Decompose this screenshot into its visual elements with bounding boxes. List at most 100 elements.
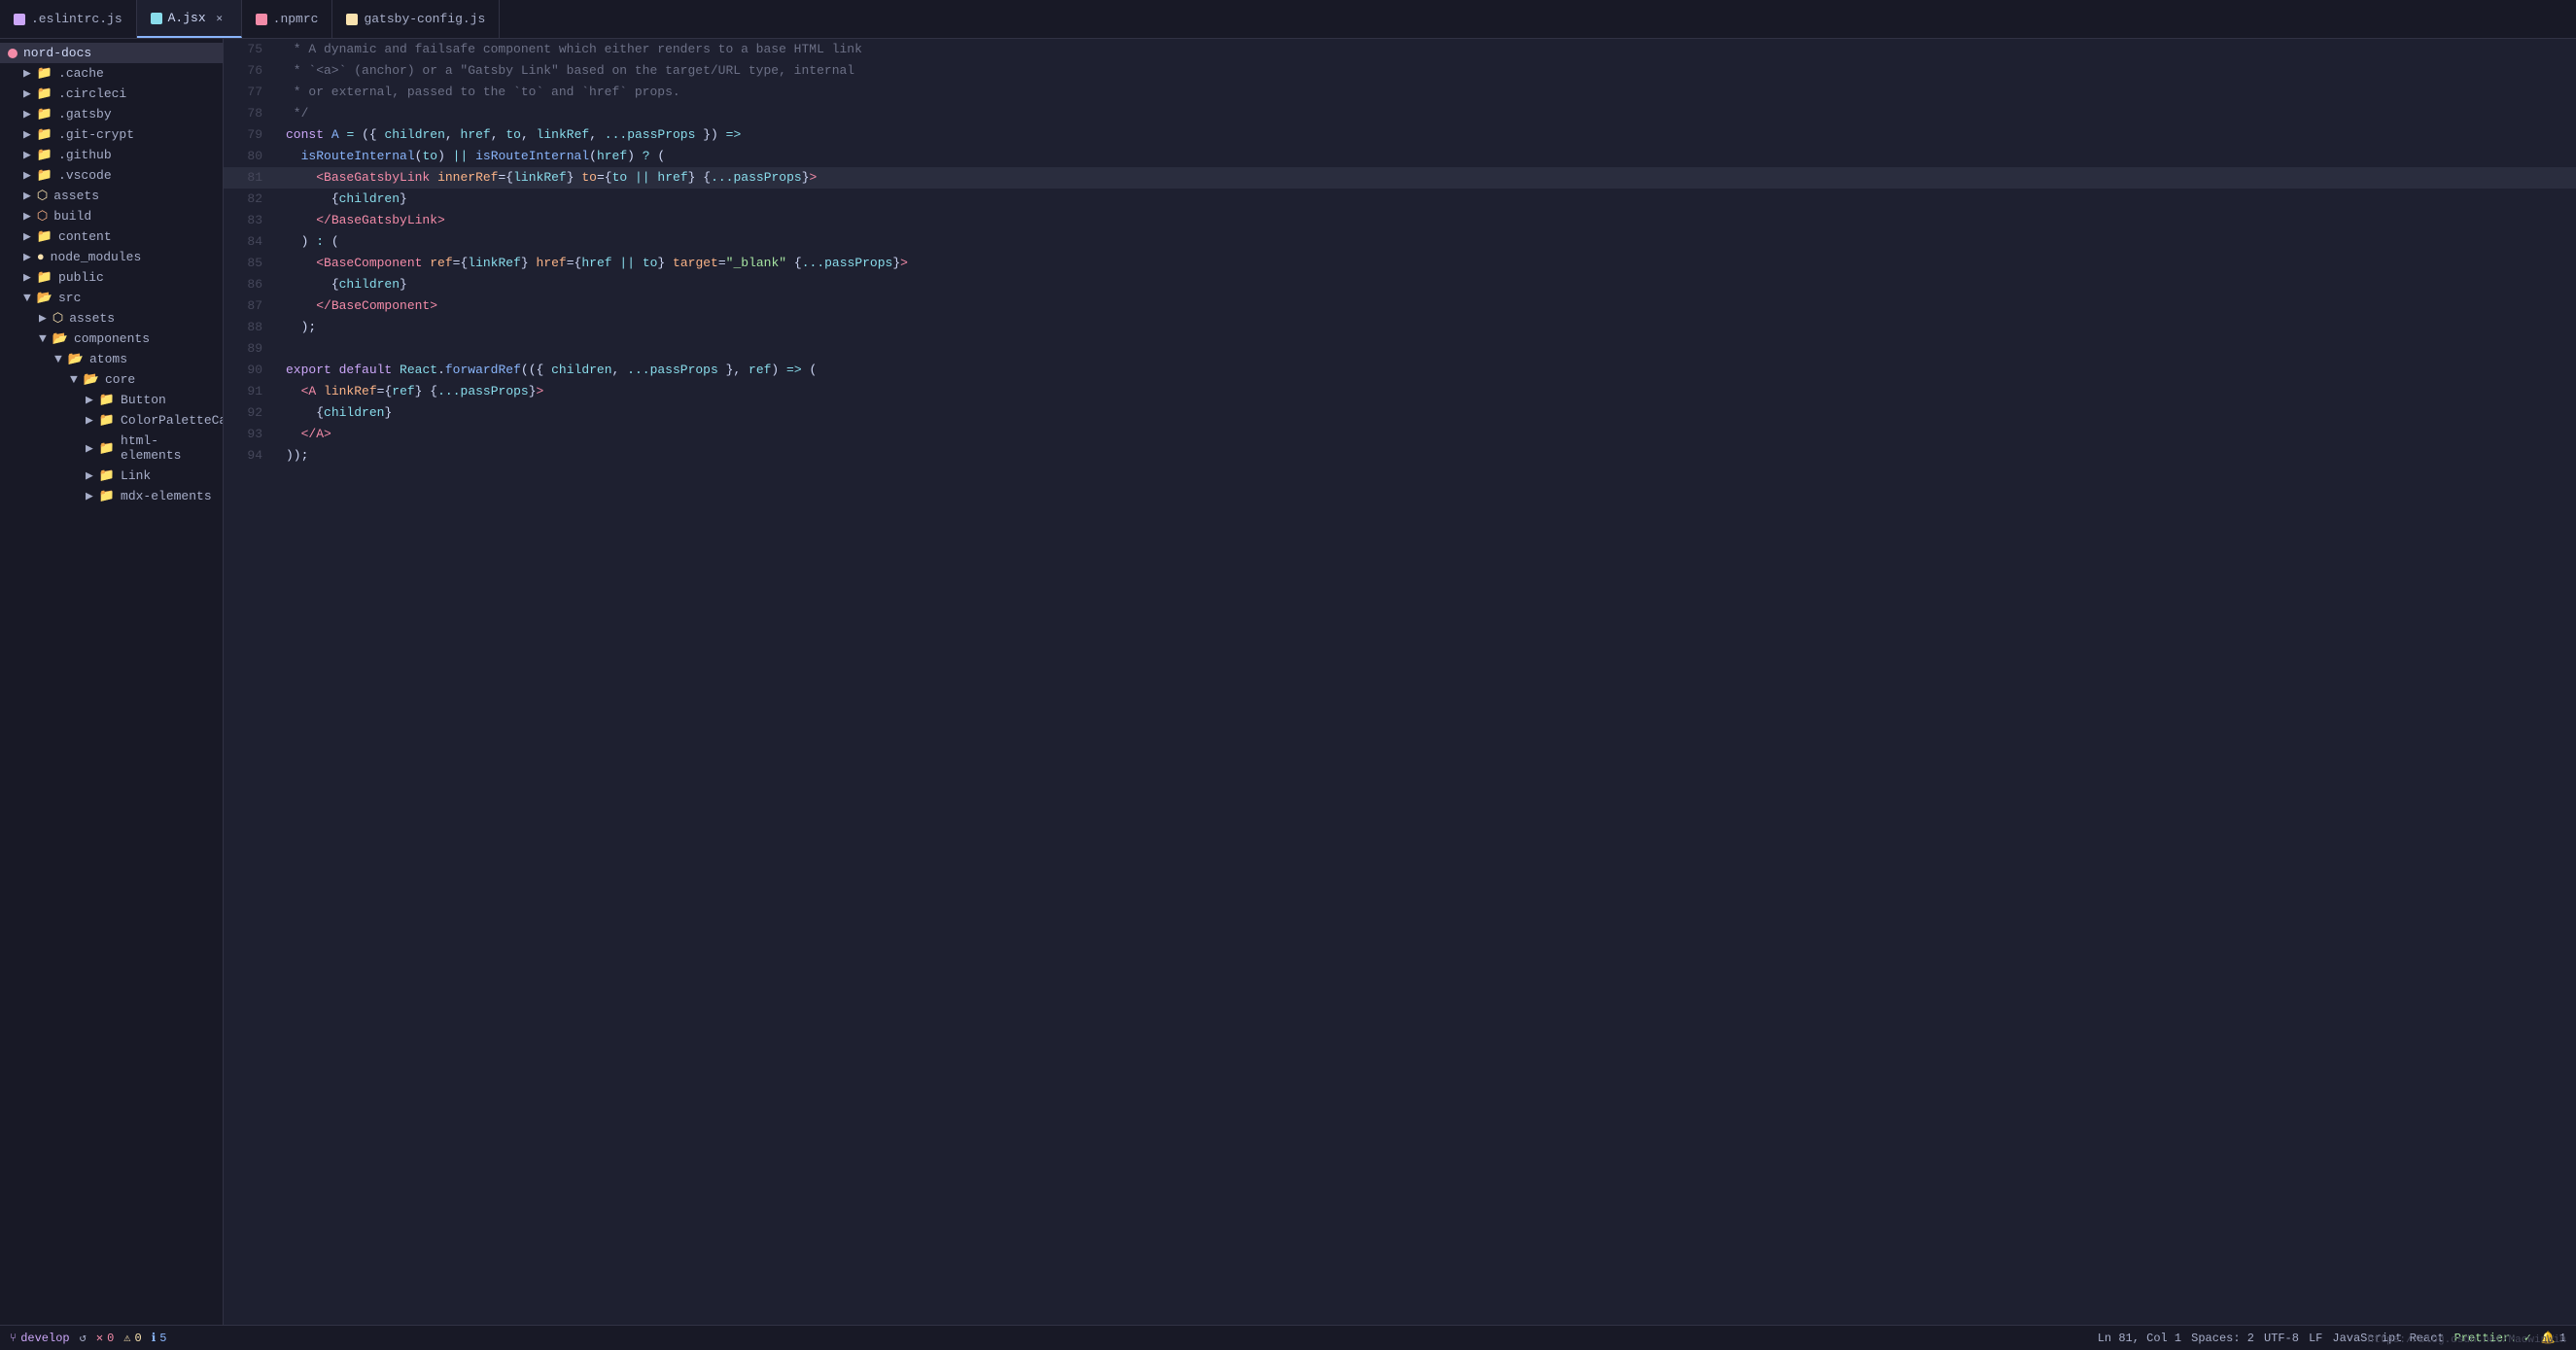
- sidebar-item-git-crypt[interactable]: ▶ 📁 .git-crypt: [0, 124, 223, 145]
- tab-jsx[interactable]: A.jsx ✕: [137, 0, 242, 38]
- code-line-85: 85 <BaseComponent ref={linkRef} href={hr…: [224, 253, 2576, 274]
- sidebar-item-build[interactable]: ▶ ⬡ build: [0, 206, 223, 226]
- error-count: 0: [107, 1332, 114, 1345]
- line-num-88: 88: [224, 317, 278, 338]
- folder-icon-git-crypt: ▶: [23, 127, 31, 142]
- sidebar-item-components[interactable]: ▼ 📂 components: [0, 329, 223, 349]
- code-editor[interactable]: 75 * A dynamic and failsafe component wh…: [224, 39, 2576, 1325]
- code-line-78: 78 */: [224, 103, 2576, 124]
- line-num-93: 93: [224, 424, 278, 445]
- line-content-76: * `<a>` (anchor) or a "Gatsby Link" base…: [278, 60, 2576, 82]
- folder-glyph-components: 📂: [52, 331, 68, 346]
- sidebar-item-colorpalette[interactable]: ▶ 📁 ColorPaletteCard: [0, 410, 223, 431]
- folder-glyph-vscode: 📁: [37, 168, 52, 183]
- folder-icon-content: ▶: [23, 229, 31, 244]
- code-line-86: 86 {children}: [224, 274, 2576, 295]
- npmrc-icon: [256, 14, 267, 25]
- status-position[interactable]: Ln 81, Col 1: [2098, 1332, 2181, 1345]
- line-num-86: 86: [224, 274, 278, 295]
- line-num-84: 84: [224, 231, 278, 253]
- status-spaces[interactable]: Spaces: 2: [2191, 1332, 2254, 1345]
- status-sync[interactable]: ↺: [80, 1331, 87, 1345]
- line-num-79: 79: [224, 124, 278, 146]
- code-line-81: 81 <BaseGatsbyLink innerRef={linkRef} to…: [224, 167, 2576, 189]
- sidebar-label-gatsby: .gatsby: [58, 107, 112, 121]
- code-line-83: 83 </BaseGatsbyLink>: [224, 210, 2576, 231]
- sidebar-item-atoms[interactable]: ▼ 📂 atoms: [0, 349, 223, 369]
- line-num-89: 89: [224, 338, 278, 360]
- folder-icon-gatsby: ▶: [23, 107, 31, 121]
- sidebar-item-content[interactable]: ▶ 📁 content: [0, 226, 223, 247]
- line-num-90: 90: [224, 360, 278, 381]
- tab-eslintrc[interactable]: .eslintrc.js: [0, 0, 137, 38]
- sidebar-label-public: public: [58, 270, 104, 285]
- folder-glyph-src: 📂: [37, 291, 52, 305]
- sidebar-item-circleci[interactable]: ▶ 📁 .circleci: [0, 84, 223, 104]
- sidebar-item-node-modules[interactable]: ▶ ● node_modules: [0, 247, 223, 267]
- branch-name: develop: [20, 1332, 69, 1345]
- folder-icon-colorpalette: ▶: [86, 413, 93, 428]
- sidebar-item-github[interactable]: ▶ 📁 .github: [0, 145, 223, 165]
- warning-count: 0: [135, 1332, 142, 1345]
- folder-icon-assets-top: ▶: [23, 189, 31, 203]
- sidebar-item-assets-top[interactable]: ▶ ⬡ assets: [0, 186, 223, 206]
- info-icon: ℹ: [152, 1331, 157, 1345]
- folder-icon-mdx-elements: ▶: [86, 489, 93, 503]
- line-num-77: 77: [224, 82, 278, 103]
- encoding-text: UTF-8: [2264, 1332, 2299, 1345]
- sidebar-item-html-elements[interactable]: ▶ 📁 html-elements: [0, 431, 223, 466]
- status-line-ending[interactable]: LF: [2309, 1332, 2322, 1345]
- tab-gatsby[interactable]: gatsby-config.js: [332, 0, 500, 38]
- sidebar-item-link[interactable]: ▶ 📁 Link: [0, 466, 223, 486]
- info-count: 5: [159, 1332, 166, 1345]
- sidebar-item-vscode[interactable]: ▶ 📁 .vscode: [0, 165, 223, 186]
- sidebar-item-src-assets[interactable]: ▶ ⬡ assets: [0, 308, 223, 329]
- status-notifications[interactable]: 🔔 1: [2541, 1331, 2566, 1345]
- folder-icon-build: ▶: [23, 209, 31, 224]
- sidebar-item-mdx-elements[interactable]: ▶ 📁 mdx-elements: [0, 486, 223, 506]
- sidebar-item-gatsby-folder[interactable]: ▶ 📁 .gatsby: [0, 104, 223, 124]
- folder-icon-github: ▶: [23, 148, 31, 162]
- line-num-92: 92: [224, 402, 278, 424]
- sidebar-item-public[interactable]: ▶ 📁 public: [0, 267, 223, 288]
- line-num-75: 75: [224, 39, 278, 60]
- folder-glyph-colorpalette: 📁: [99, 413, 115, 428]
- code-line-87: 87 </BaseComponent>: [224, 295, 2576, 317]
- folder-glyph-cache: 📁: [37, 66, 52, 81]
- line-content-85: <BaseComponent ref={linkRef} href={href …: [278, 253, 2576, 274]
- folder-icon-vscode: ▶: [23, 168, 31, 183]
- sidebar-root[interactable]: nord-docs: [0, 43, 223, 63]
- line-num-81: 81: [224, 167, 278, 189]
- bell-icon: 🔔: [2541, 1331, 2556, 1345]
- status-errors[interactable]: ✕ 0: [96, 1331, 114, 1345]
- sidebar-item-button[interactable]: ▶ 📁 Button: [0, 390, 223, 410]
- gatsby-icon: [346, 14, 358, 25]
- sidebar-label-atoms: atoms: [89, 352, 127, 366]
- code-line-84: 84 ) : (: [224, 231, 2576, 253]
- code-line-82: 82 {children}: [224, 189, 2576, 210]
- sidebar-item-cache[interactable]: ▶ 📁 .cache: [0, 63, 223, 84]
- folder-glyph-assets: ⬡: [37, 189, 48, 203]
- status-bar: ⑂ develop ↺ ✕ 0 ⚠ 0 ℹ 5 Ln 81, Col 1 Spa…: [0, 1325, 2576, 1350]
- status-language[interactable]: JavaScript React: [2332, 1332, 2444, 1345]
- line-content-87: </BaseComponent>: [278, 295, 2576, 317]
- tab-npmrc[interactable]: .npmrc: [242, 0, 333, 38]
- folder-icon-cache: ▶: [23, 66, 31, 81]
- sidebar-label-link: Link: [121, 468, 151, 483]
- sidebar-item-src[interactable]: ▼ 📂 src: [0, 288, 223, 308]
- folder-glyph-core: 📂: [84, 372, 99, 387]
- status-encoding[interactable]: UTF-8: [2264, 1332, 2299, 1345]
- spaces-text: Spaces: 2: [2191, 1332, 2254, 1345]
- language-text: JavaScript React: [2332, 1332, 2444, 1345]
- status-info-count[interactable]: ℹ 5: [152, 1331, 167, 1345]
- status-warnings[interactable]: ⚠ 0: [123, 1331, 141, 1345]
- folder-glyph-gatsby: 📁: [37, 107, 52, 121]
- status-formatter[interactable]: Prettier: ✓: [2454, 1331, 2531, 1345]
- status-branch[interactable]: ⑂ develop: [10, 1332, 70, 1345]
- tab-close-button[interactable]: ✕: [212, 11, 227, 26]
- code-line-92: 92 {children}: [224, 402, 2576, 424]
- folder-glyph-circleci: 📁: [37, 87, 52, 101]
- line-content-92: {children}: [278, 402, 2576, 424]
- folder-icon-circleci: ▶: [23, 87, 31, 101]
- sidebar-item-core[interactable]: ▼ 📂 core: [0, 369, 223, 390]
